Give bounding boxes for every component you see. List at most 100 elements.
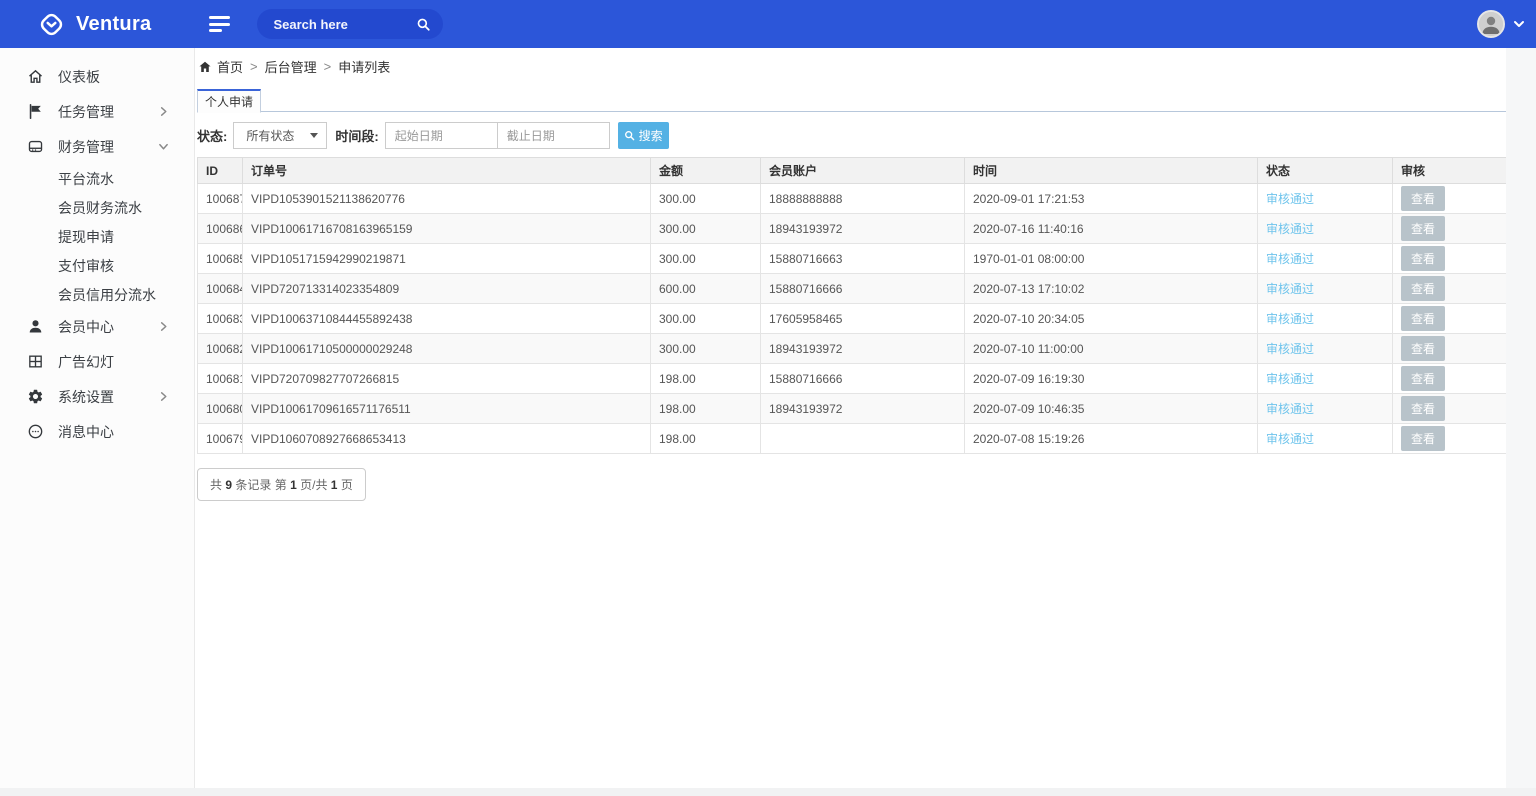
cell-order-no: VIPD1053901521138620776 [243, 184, 651, 214]
cell-action: 查看 [1393, 334, 1508, 364]
status-link[interactable]: 审核通过 [1266, 252, 1314, 266]
pagination-summary: 共 9 条记录 第 1 页/共 1 页 [197, 468, 366, 501]
breadcrumb-separator: > [324, 59, 332, 74]
cell-id: 100686 [198, 214, 243, 244]
view-button[interactable]: 查看 [1401, 336, 1445, 361]
cell-account: 15880716666 [761, 364, 965, 394]
menu-toggle-icon[interactable] [209, 16, 233, 32]
cell-status: 审核通过 [1258, 304, 1393, 334]
chevron-down-icon [158, 141, 169, 152]
cell-order-no: VIPD1051715942990219871 [243, 244, 651, 274]
view-button[interactable]: 查看 [1401, 216, 1445, 241]
column-header: 订单号 [243, 158, 651, 184]
cell-amount: 300.00 [651, 244, 761, 274]
table-row: 100685 VIPD1051715942990219871 300.00 15… [198, 244, 1508, 274]
cell-account: 18888888888 [761, 184, 965, 214]
flag-icon [27, 103, 44, 120]
sidebar-item[interactable]: 会员中心 [0, 309, 194, 344]
status-link[interactable]: 审核通过 [1266, 342, 1314, 356]
brand-logo[interactable]: Ventura [38, 11, 151, 38]
sidebar-item[interactable]: 消息中心 [0, 414, 194, 449]
cell-action: 查看 [1393, 184, 1508, 214]
message-icon [27, 423, 44, 440]
cell-amount: 300.00 [651, 214, 761, 244]
chevron-down-icon[interactable] [1512, 17, 1526, 31]
status-link[interactable]: 审核通过 [1266, 372, 1314, 386]
table-row: 100687 VIPD1053901521138620776 300.00 18… [198, 184, 1508, 214]
cell-account: 17605958465 [761, 304, 965, 334]
tab-personal-application[interactable]: 个人申请 [197, 89, 261, 113]
user-icon [27, 318, 44, 335]
sidebar-item[interactable]: 财务管理 [0, 129, 194, 164]
cell-action: 查看 [1393, 214, 1508, 244]
cell-amount: 300.00 [651, 334, 761, 364]
cell-time: 2020-07-09 16:19:30 [965, 364, 1258, 394]
table-header-row: ID订单号金额会员账户时间状态审核 [198, 158, 1508, 184]
view-button[interactable]: 查看 [1401, 396, 1445, 421]
cell-time: 2020-07-08 15:19:26 [965, 424, 1258, 454]
table-row: 100684 VIPD720713314023354809 600.00 158… [198, 274, 1508, 304]
table-row: 100682 VIPD10061710500000029248 300.00 1… [198, 334, 1508, 364]
view-button[interactable]: 查看 [1401, 246, 1445, 271]
cell-id: 100682 [198, 334, 243, 364]
column-header: ID [198, 158, 243, 184]
breadcrumb-item[interactable]: 首页 [217, 57, 243, 76]
table-row: 100683 VIPD10063710844455892438 300.00 1… [198, 304, 1508, 334]
applications-table: ID订单号金额会员账户时间状态审核 100687 VIPD10539015211… [197, 157, 1508, 454]
cell-time: 2020-07-10 11:00:00 [965, 334, 1258, 364]
sidebar-item[interactable]: 任务管理 [0, 94, 194, 129]
view-button[interactable]: 查看 [1401, 276, 1445, 301]
status-link[interactable]: 审核通过 [1266, 432, 1314, 446]
chevron-right-icon [158, 106, 169, 117]
cell-amount: 198.00 [651, 424, 761, 454]
search-icon[interactable] [416, 17, 431, 32]
column-header: 金额 [651, 158, 761, 184]
ventura-logo-icon [38, 11, 65, 38]
breadcrumb-item[interactable]: 后台管理 [265, 57, 317, 76]
start-date-input[interactable] [385, 122, 498, 149]
view-button[interactable]: 查看 [1401, 186, 1445, 211]
cell-id: 100684 [198, 274, 243, 304]
grid-icon [27, 353, 44, 370]
search-input[interactable] [273, 17, 416, 32]
view-button[interactable]: 查看 [1401, 426, 1445, 451]
top-navbar: Ventura [0, 0, 1536, 48]
status-link[interactable]: 审核通过 [1266, 282, 1314, 296]
cell-id: 100687 [198, 184, 243, 214]
status-link[interactable]: 审核通过 [1266, 222, 1314, 236]
cell-account: 15880716666 [761, 274, 965, 304]
cell-action: 查看 [1393, 424, 1508, 454]
status-link[interactable]: 审核通过 [1266, 402, 1314, 416]
sidebar-subitem[interactable]: 支付审核 [0, 251, 194, 280]
sidebar-subitem[interactable]: 会员信用分流水 [0, 280, 194, 309]
cell-order-no: VIPD10063710844455892438 [243, 304, 651, 334]
cell-account: 18943193972 [761, 214, 965, 244]
cell-account: 18943193972 [761, 334, 965, 364]
cell-order-no: VIPD10061710500000029248 [243, 334, 651, 364]
view-button[interactable]: 查看 [1401, 306, 1445, 331]
period-filter-label: 时间段: [335, 126, 378, 145]
sidebar-subitem[interactable]: 平台流水 [0, 164, 194, 193]
breadcrumb-item: 申请列表 [338, 57, 390, 76]
sidebar-subitem[interactable]: 会员财务流水 [0, 193, 194, 222]
home-icon [198, 60, 212, 74]
cell-status: 审核通过 [1258, 274, 1393, 304]
search-button[interactable]: 搜索 [618, 122, 669, 149]
sidebar-item[interactable]: 系统设置 [0, 379, 194, 414]
chevron-right-icon [158, 321, 169, 332]
cell-amount: 600.00 [651, 274, 761, 304]
cell-action: 查看 [1393, 244, 1508, 274]
status-link[interactable]: 审核通过 [1266, 312, 1314, 326]
cell-id: 100685 [198, 244, 243, 274]
sidebar-item[interactable]: 仪表板 [0, 59, 194, 94]
avatar[interactable] [1477, 10, 1505, 38]
status-link[interactable]: 审核通过 [1266, 192, 1314, 206]
sidebar-item[interactable]: 广告幻灯 [0, 344, 194, 379]
sidebar-subitem[interactable]: 提现申请 [0, 222, 194, 251]
status-select[interactable]: 所有状态 [233, 122, 327, 149]
view-button[interactable]: 查看 [1401, 366, 1445, 391]
end-date-input[interactable] [497, 122, 610, 149]
cell-action: 查看 [1393, 274, 1508, 304]
cell-time: 2020-07-16 11:40:16 [965, 214, 1258, 244]
breadcrumb-separator: > [250, 59, 258, 74]
